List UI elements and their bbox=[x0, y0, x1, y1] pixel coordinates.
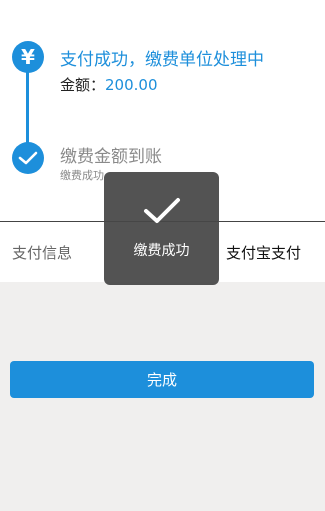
toast-checkmark-svg bbox=[143, 198, 180, 223]
amount-row: 金额：200.00 bbox=[60, 74, 158, 95]
step1-title: 支付成功，缴费单位处理中 bbox=[60, 50, 264, 70]
checkmark-icon bbox=[143, 196, 181, 230]
yen-icon: ¥ bbox=[12, 41, 44, 73]
amount-label: 金额： bbox=[60, 76, 106, 94]
toast-message: 缴费成功 bbox=[133, 243, 190, 259]
checkmark-icon bbox=[12, 142, 44, 174]
done-button[interactable]: 完成 bbox=[10, 361, 314, 398]
amount-value: 200.00 bbox=[105, 76, 158, 94]
payment-info-label: 支付信息 bbox=[12, 244, 73, 262]
yen-glyph: ¥ bbox=[21, 45, 35, 69]
checkmark-svg bbox=[18, 151, 38, 165]
step2-title: 缴费金额到账 bbox=[60, 147, 162, 167]
payment-method-value: 支付宝支付 bbox=[225, 244, 301, 262]
step2-subtitle: 缴费成功 bbox=[60, 169, 104, 182]
success-toast: 缴费成功 bbox=[104, 172, 219, 285]
